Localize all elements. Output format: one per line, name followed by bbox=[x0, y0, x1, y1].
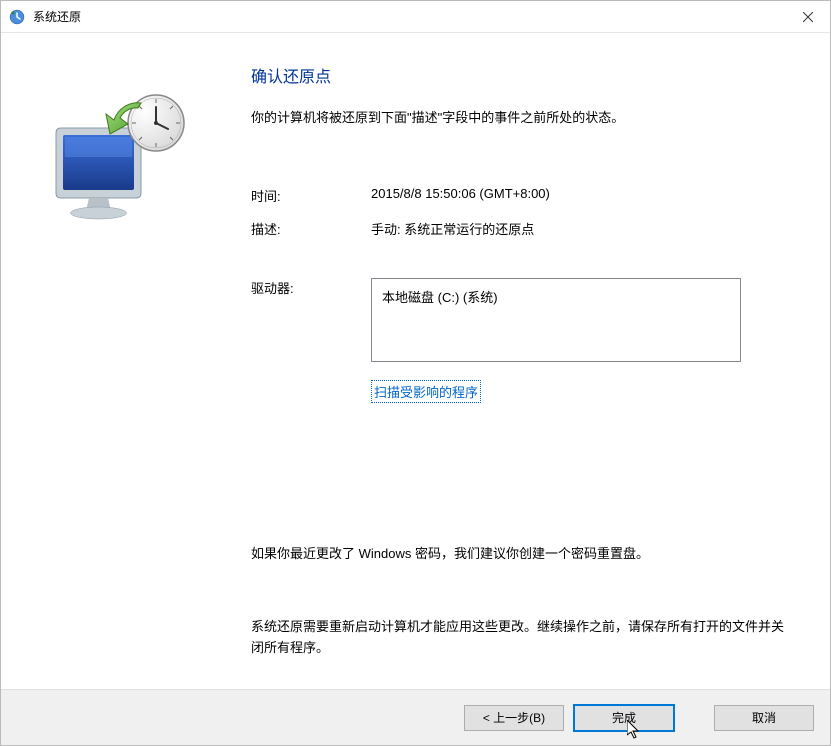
system-restore-window: 系统还原 bbox=[0, 0, 831, 746]
description-field: 描述: 手动: 系统正常运行的还原点 bbox=[251, 219, 790, 238]
back-button[interactable]: < 上一步(B) bbox=[464, 705, 564, 731]
scan-affected-programs-link[interactable]: 扫描受影响的程序 bbox=[371, 380, 481, 403]
password-note: 如果你最近更改了 Windows 密码，我们建议你创建一个密码重置盘。 bbox=[251, 543, 790, 562]
title-bar: 系统还原 bbox=[1, 1, 830, 33]
time-value: 2015/8/8 15:50:06 (GMT+8:00) bbox=[371, 186, 790, 205]
close-button[interactable] bbox=[785, 2, 830, 32]
cancel-button[interactable]: 取消 bbox=[714, 705, 814, 731]
page-heading: 确认还原点 bbox=[251, 63, 790, 87]
drives-label: 驱动器: bbox=[251, 278, 371, 403]
left-panel bbox=[1, 33, 231, 689]
finish-button-label: 完成 bbox=[612, 711, 636, 725]
time-field: 时间: 2015/8/8 15:50:06 (GMT+8:00) bbox=[251, 186, 790, 205]
finish-button[interactable]: 完成 bbox=[574, 705, 674, 731]
description-value: 手动: 系统正常运行的还原点 bbox=[371, 219, 790, 238]
drive-item: 本地磁盘 (C:) (系统) bbox=[382, 287, 730, 306]
drives-list: 本地磁盘 (C:) (系统) bbox=[371, 278, 741, 362]
button-footer: < 上一步(B) 完成 取消 bbox=[1, 689, 830, 745]
page-subtitle: 你的计算机将被还原到下面"描述"字段中的事件之前所处的状态。 bbox=[251, 107, 790, 126]
restart-note: 系统还原需要重新启动计算机才能应用这些更改。继续操作之前，请保存所有打开的文件并… bbox=[251, 617, 790, 659]
app-icon bbox=[9, 9, 25, 25]
drives-field: 驱动器: 本地磁盘 (C:) (系统) 扫描受影响的程序 bbox=[251, 278, 790, 403]
window-title: 系统还原 bbox=[33, 8, 81, 25]
close-icon bbox=[803, 12, 813, 22]
system-restore-icon bbox=[41, 83, 191, 233]
dialog-body: 确认还原点 你的计算机将被还原到下面"描述"字段中的事件之前所处的状态。 时间:… bbox=[1, 33, 830, 689]
description-label: 描述: bbox=[251, 219, 371, 238]
time-label: 时间: bbox=[251, 186, 371, 205]
content-panel: 确认还原点 你的计算机将被还原到下面"描述"字段中的事件之前所处的状态。 时间:… bbox=[231, 33, 830, 689]
